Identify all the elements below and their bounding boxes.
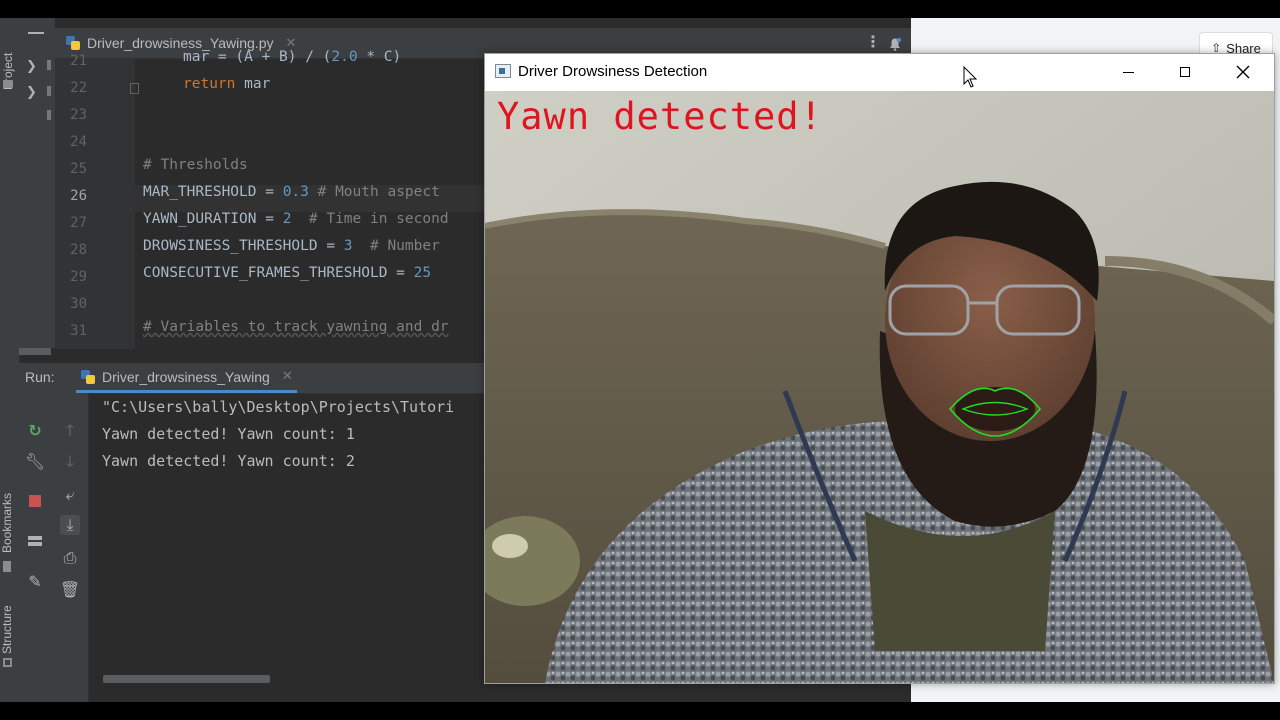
trash-icon[interactable]: 🗑︎	[60, 579, 80, 599]
chevron-right-icon[interactable]: ❯	[26, 85, 37, 100]
code-line-27[interactable]: YAWN_DURATION = 2 # Time in second	[143, 211, 449, 227]
console-horizontal-scrollbar[interactable]	[103, 675, 270, 683]
run-left-toolbar: ↻ 🔧︎ ✎	[19, 393, 52, 702]
minimize-panel-icon[interactable]	[28, 32, 44, 34]
app-window-icon	[495, 64, 511, 78]
line-number: 21	[70, 53, 87, 69]
line-number: 25	[70, 161, 87, 177]
maximize-button[interactable]	[1162, 58, 1208, 86]
stop-icon[interactable]	[25, 491, 45, 511]
print-icon[interactable]: ⎙	[60, 548, 80, 568]
soft-wrap-icon[interactable]: ⤶	[60, 485, 80, 505]
run-side-toolbar: ↑ ↓ ⤶ ⤓ ⎙ 🗑︎	[52, 393, 89, 702]
editor-gutter: 21 22 23 24 25 26 27 28 29 30 31	[55, 53, 139, 349]
bookmark-icon	[3, 561, 11, 572]
fold-marker-icon[interactable]	[130, 83, 139, 94]
more-options-icon[interactable]: ⋮	[865, 32, 881, 51]
console-output-line: Yawn detected! Yawn count: 1	[102, 425, 355, 443]
python-file-icon	[81, 369, 95, 384]
folder-icon	[3, 80, 13, 88]
bookmarks-tool-label[interactable]: Bookmarks	[0, 493, 14, 553]
code-line-28[interactable]: DROWSINESS_THRESHOLD = 3 # Number	[143, 238, 440, 254]
yawn-detected-overlay: Yawn detected!	[497, 95, 823, 138]
console-output-line: "C:\Users\bally\Desktop\Projects\Tutori	[102, 398, 455, 416]
wrench-icon[interactable]: 🔧︎	[25, 451, 45, 471]
close-icon	[1236, 65, 1250, 79]
detection-window[interactable]: Driver Drowsiness Detection Yawn detecte…	[484, 53, 1275, 684]
line-number: 31	[70, 323, 87, 339]
line-number: 22	[70, 80, 87, 96]
run-tab[interactable]: Driver_drowsiness_Yawing ✕	[76, 363, 297, 393]
window-title: Driver Drowsiness Detection	[518, 63, 708, 80]
mouse-cursor-icon	[963, 66, 978, 88]
code-line-22[interactable]: return mar	[183, 76, 270, 92]
layout-icon[interactable]	[25, 531, 45, 551]
detection-window-titlebar[interactable]: Driver Drowsiness Detection	[485, 54, 1274, 90]
line-number: 23	[70, 107, 87, 123]
notifications-icon[interactable]	[888, 36, 902, 51]
structure-icon	[3, 658, 12, 667]
camera-feed: Yawn detected!	[485, 91, 1274, 683]
left-tool-strip: Project Bookmarks Structure	[0, 18, 20, 702]
run-label: Run:	[25, 369, 55, 385]
editor-horizontal-scrollbar[interactable]	[19, 348, 51, 355]
line-number: 30	[70, 296, 87, 312]
pin-icon[interactable]: ✎	[25, 571, 45, 591]
code-line-25[interactable]: # Thresholds	[143, 157, 248, 173]
code-line-21[interactable]: mar = (A + B) / (2.0 * C)	[183, 49, 401, 65]
structure-tool-label[interactable]: Structure	[0, 605, 14, 654]
camera-frame	[485, 91, 1274, 683]
console-output-line: Yawn detected! Yawn count: 2	[102, 452, 355, 470]
line-number: 24	[70, 134, 87, 150]
chevron-right-icon[interactable]: ❯	[26, 59, 37, 74]
line-number: 27	[70, 215, 87, 231]
rerun-icon[interactable]: ↻	[25, 420, 45, 440]
line-number: 29	[70, 269, 87, 285]
close-icon[interactable]: ✕	[282, 369, 293, 384]
arrow-up-icon[interactable]: ↑	[60, 420, 80, 440]
arrow-down-icon[interactable]: ↓	[60, 451, 80, 471]
python-file-icon	[66, 36, 80, 50]
code-line-26[interactable]: MAR_THRESHOLD = 0.3 # Mouth aspect	[143, 184, 440, 200]
scroll-to-end-icon[interactable]: ⤓	[60, 515, 80, 535]
close-button[interactable]	[1220, 58, 1266, 86]
line-number-current: 26	[70, 188, 87, 204]
minimize-button[interactable]	[1105, 58, 1151, 86]
code-line-31[interactable]: # Variables to track yawning and dr	[143, 319, 449, 335]
code-line-29[interactable]: CONSECUTIVE_FRAMES_THRESHOLD = 25	[143, 265, 431, 281]
run-tab-label: Driver_drowsiness_Yawing	[102, 368, 270, 385]
line-number: 28	[70, 242, 87, 258]
